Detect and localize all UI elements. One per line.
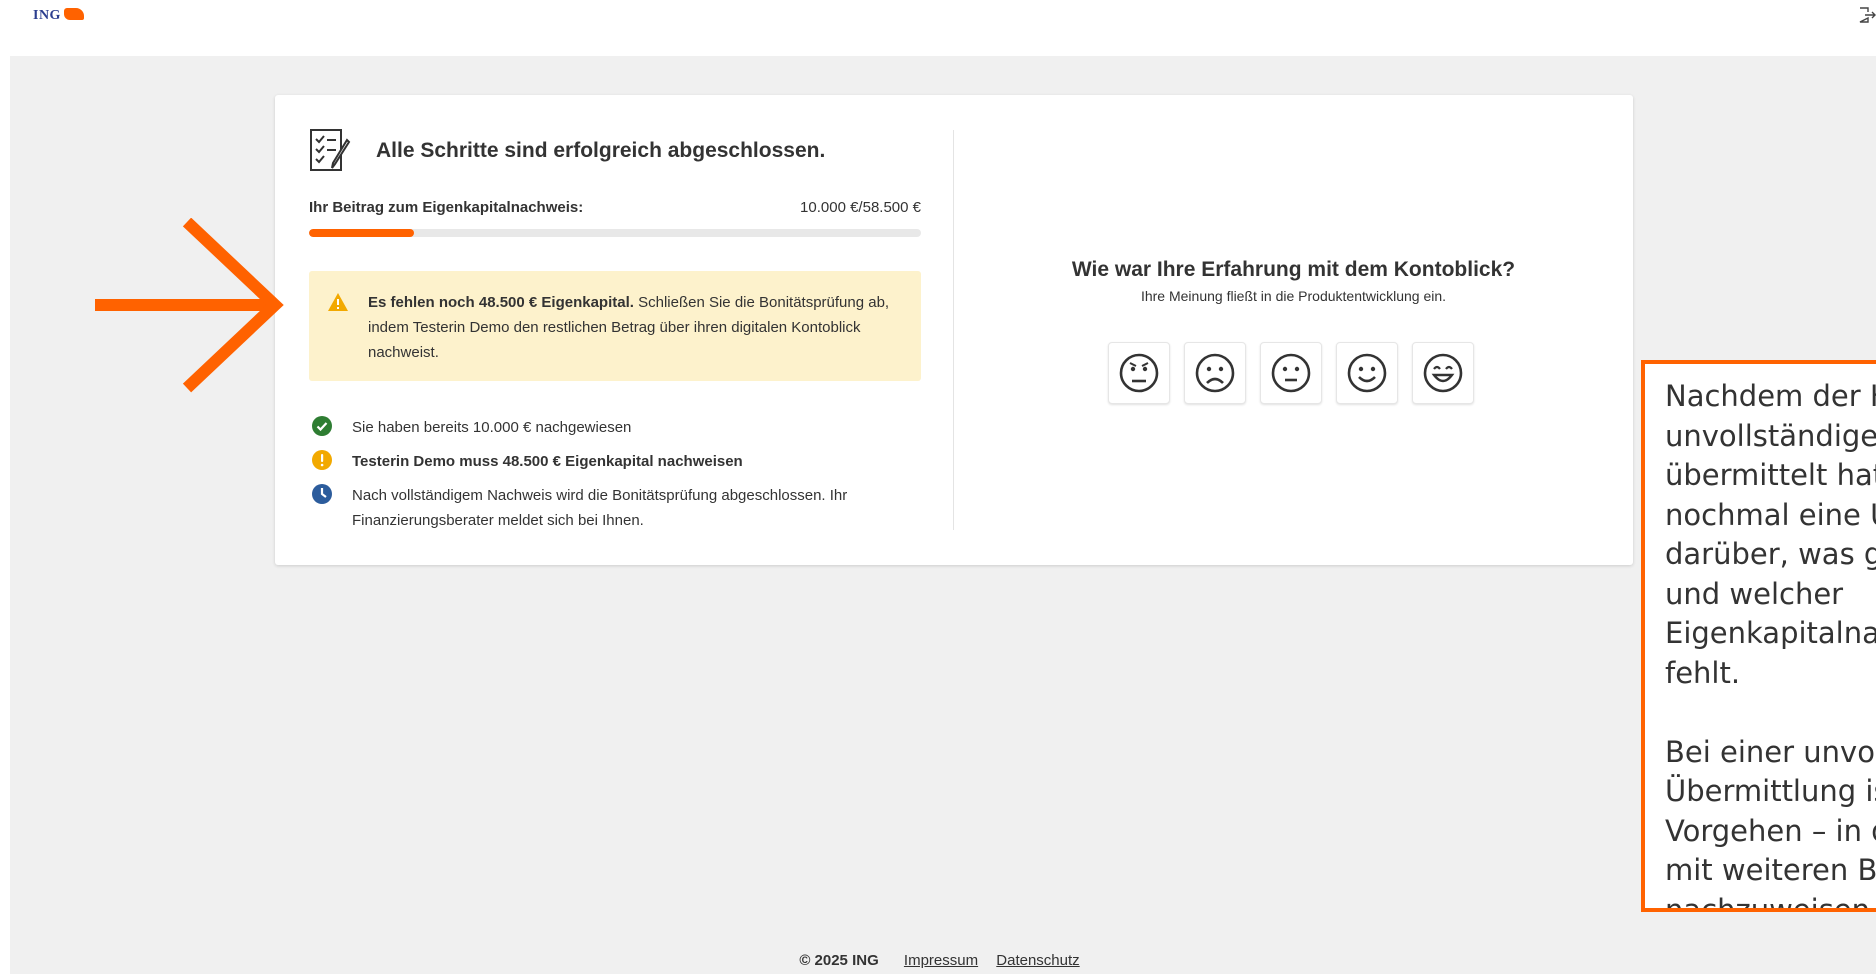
footer-link-datenschutz[interactable]: Datenschutz (996, 952, 1079, 969)
dissatisfied-face-icon (1195, 353, 1235, 393)
warning-icon (328, 293, 348, 311)
footer-link-impressum[interactable]: Impressum (904, 952, 978, 969)
rating-satisfied-button[interactable] (1336, 342, 1398, 404)
rating-dissatisfied-button[interactable] (1184, 342, 1246, 404)
status-title: Alle Schritte sind erfolgreich abgeschlo… (376, 139, 826, 162)
checklist-item-next-step: Nach vollständigem Nachweis wird die Bon… (309, 481, 921, 529)
status-card: Alle Schritte sind erfolgreich abgeschlo… (275, 95, 1633, 565)
rating-very-satisfied-button[interactable] (1412, 342, 1474, 404)
orange-arrow-icon (95, 218, 284, 393)
very-dissatisfied-face-icon (1119, 353, 1159, 393)
checklist-text: Sie haben bereits 10.000 € nachgewiesen (352, 419, 632, 436)
checklist-text: Testerin Demo muss 48.500 € Eigenkapital… (352, 453, 743, 470)
missing-equity-alert: Es fehlen noch 48.500 € Eigenkapital. Sc… (309, 271, 921, 381)
progress-fill (309, 229, 414, 237)
rating-very-dissatisfied-button[interactable] (1108, 342, 1170, 404)
ing-logo[interactable]: ING (33, 8, 84, 24)
clock-icon (312, 484, 332, 504)
logout-icon[interactable] (1858, 6, 1876, 24)
very-satisfied-face-icon (1423, 353, 1463, 393)
ing-lion-icon (63, 8, 84, 20)
status-checklist: Sie haben bereits 10.000 € nachgewiesen … (309, 413, 921, 529)
top-bar: ING (0, 0, 1876, 56)
checklist-text: Nach vollständigem Nachweis wird die Bon… (352, 487, 848, 529)
checklist-item-missing: Testerin Demo muss 48.500 € Eigenkapital… (309, 447, 921, 481)
contribution-value: 10.000 €/58.500 € (800, 199, 921, 216)
alert-text: Es fehlen noch 48.500 € Eigenkapital. Sc… (368, 290, 898, 365)
contribution-label: Ihr Beitrag zum Eigenkapitalnachweis: (309, 199, 584, 216)
annotation-note-text: Nachdem der Kunde eine unvollständige Üb… (1665, 379, 1876, 912)
contribution-progress-bar (309, 229, 921, 237)
exclamation-circle-icon (312, 450, 332, 470)
neutral-face-icon (1271, 353, 1311, 393)
feedback-subtitle: Ihre Meinung fließt in die Produktentwic… (1140, 288, 1447, 304)
check-circle-icon (312, 416, 332, 436)
checklist-item-proven: Sie haben bereits 10.000 € nachgewiesen (309, 413, 921, 447)
feedback-title: Wie war Ihre Erfahrung mit dem Kontoblic… (1071, 258, 1516, 281)
footer: © 2025 ING Impressum Datenschutz (10, 947, 1876, 974)
annotation-note: Nachdem der Kunde eine unvollständige Üb… (1641, 360, 1876, 912)
logo-text: ING (33, 8, 61, 23)
feedback-panel: Wie war Ihre Erfahrung mit dem Kontoblic… (954, 95, 1633, 565)
checklist-icon (310, 129, 351, 171)
alert-bold-text: Es fehlen noch 48.500 € Eigenkapital. (368, 294, 634, 311)
rating-neutral-button[interactable] (1260, 342, 1322, 404)
main-content: Alle Schritte sind erfolgreich abgeschlo… (10, 56, 1876, 947)
satisfied-face-icon (1347, 353, 1387, 393)
footer-copyright: © 2025 ING (799, 952, 879, 969)
